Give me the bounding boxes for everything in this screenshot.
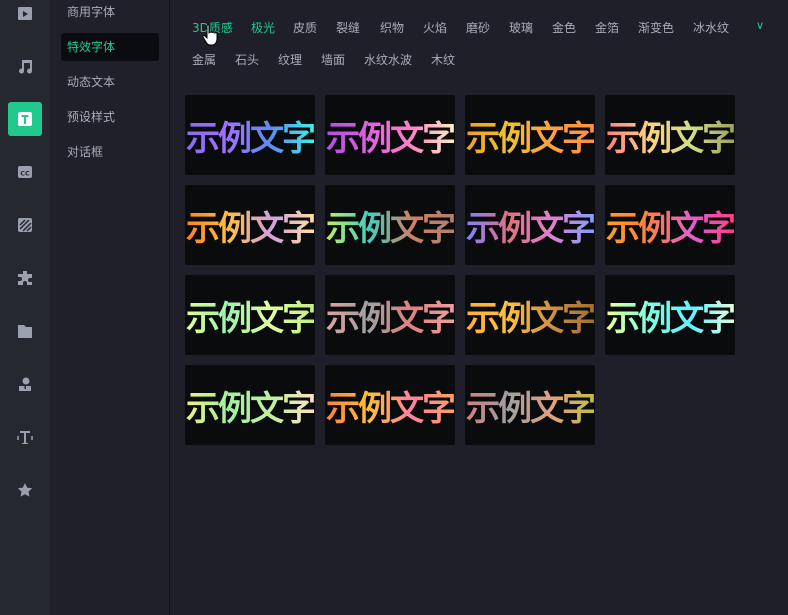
tab[interactable]: 冰水纹 <box>693 19 729 36</box>
effect-tile[interactable]: 示例文字 <box>465 185 596 265</box>
tab[interactable]: 墙面 <box>321 51 345 68</box>
tab[interactable]: 金色 <box>552 19 576 36</box>
sample-text: 示例文字 <box>186 291 316 340</box>
filter-icon <box>18 218 32 232</box>
sidebar-item-folder[interactable] <box>8 314 42 348</box>
text-tool-icon <box>17 431 33 444</box>
effect-tile[interactable]: 示例文字 <box>185 95 316 175</box>
effect-tile[interactable]: 示例文字 <box>185 365 316 445</box>
sample-text: 示例文字 <box>466 201 596 250</box>
sample-text: 示例文字 <box>466 291 596 340</box>
sidebar-item-text[interactable] <box>8 102 42 136</box>
icon-rail: CC <box>0 0 50 615</box>
sidebar-item-filter[interactable] <box>8 208 42 242</box>
sample-text: 示例文字 <box>606 201 736 250</box>
effect-tile[interactable]: 示例文字 <box>605 95 736 175</box>
sidebar-item-captions[interactable]: CC <box>8 155 42 189</box>
effect-tile[interactable]: 示例文字 <box>325 185 456 265</box>
tab[interactable]: 裂缝 <box>336 19 360 36</box>
sample-text: 示例文字 <box>326 111 456 160</box>
sidebar-item-person[interactable] <box>8 367 42 401</box>
svg-text:CC: CC <box>20 170 30 178</box>
category-item[interactable]: 预设样式 <box>61 103 159 131</box>
effect-tile[interactable]: 示例文字 <box>465 95 596 175</box>
sample-text: 示例文字 <box>186 381 316 430</box>
text-icon <box>18 112 32 126</box>
sidebar-item-plugin[interactable] <box>8 261 42 295</box>
tab[interactable]: 火焰 <box>423 19 447 36</box>
sample-text: 示例文字 <box>186 111 316 160</box>
hand-cursor-icon <box>202 24 218 46</box>
folder-icon <box>18 325 32 338</box>
sample-text: 示例文字 <box>466 111 596 160</box>
tab[interactable]: 皮质 <box>293 19 317 36</box>
tab[interactable]: 水纹水波 <box>364 51 412 68</box>
category-item[interactable]: 对话框 <box>61 138 159 166</box>
tab[interactable]: 木纹 <box>431 51 455 68</box>
tab[interactable]: 玻璃 <box>509 19 533 36</box>
category-item[interactable]: 商用字体 <box>61 0 159 26</box>
category-panel: 商用字体特效字体动态文本预设样式对话框 <box>50 0 170 615</box>
tab[interactable]: 极光 <box>251 19 275 36</box>
sample-text: 示例文字 <box>466 381 596 430</box>
category-item[interactable]: 特效字体 <box>61 33 159 61</box>
effect-tile[interactable]: 示例文字 <box>465 365 596 445</box>
sample-text: 示例文字 <box>326 291 456 340</box>
captions-icon: CC <box>18 166 32 178</box>
plugin-icon <box>18 271 32 285</box>
tab[interactable]: 磨砂 <box>466 19 490 36</box>
sample-text: 示例文字 <box>186 201 316 250</box>
person-icon <box>19 377 31 391</box>
effect-tile[interactable]: 示例文字 <box>605 275 736 355</box>
sample-text: 示例文字 <box>326 201 456 250</box>
star-icon <box>17 483 33 497</box>
sample-text: 示例文字 <box>606 111 736 160</box>
effect-tile[interactable]: 示例文字 <box>605 185 736 265</box>
sidebar-item-text-tool[interactable] <box>8 420 42 454</box>
category-item[interactable]: 动态文本 <box>61 68 159 96</box>
effect-tile[interactable]: 示例文字 <box>185 185 316 265</box>
sidebar-item-star[interactable] <box>8 473 42 507</box>
music-icon <box>19 60 33 74</box>
tab[interactable]: 金箔 <box>595 19 619 36</box>
effect-tile[interactable]: 示例文字 <box>465 275 596 355</box>
tab[interactable]: 金属 <box>192 51 216 68</box>
sidebar-item-music[interactable] <box>8 49 42 83</box>
tab[interactable]: 纹理 <box>278 51 302 68</box>
effect-tile[interactable]: 示例文字 <box>325 275 456 355</box>
tab[interactable]: 石头 <box>235 51 259 68</box>
tab[interactable]: 织物 <box>380 19 404 36</box>
media-icon <box>18 7 32 20</box>
chevron-down-icon[interactable]: ∨ <box>756 19 764 32</box>
effect-tile[interactable]: 示例文字 <box>325 95 456 175</box>
sample-text: 示例文字 <box>326 381 456 430</box>
effect-tile[interactable]: 示例文字 <box>325 365 456 445</box>
tab[interactable]: 渐变色 <box>638 19 674 36</box>
sample-text: 示例文字 <box>606 291 736 340</box>
sidebar-item-media[interactable] <box>8 0 42 30</box>
effect-tile[interactable]: 示例文字 <box>185 275 316 355</box>
